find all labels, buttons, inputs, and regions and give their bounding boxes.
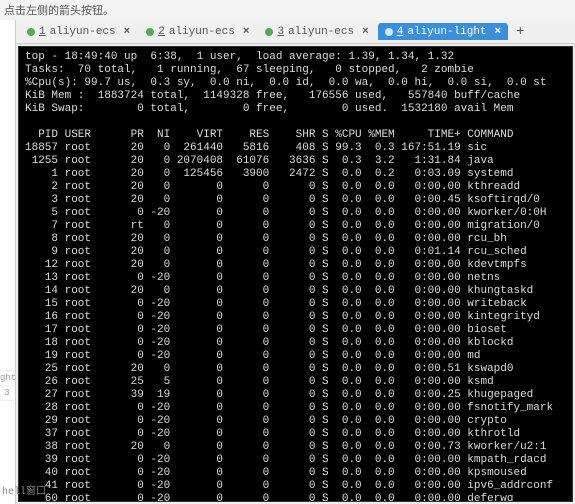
close-icon[interactable]: × [362,26,369,38]
tab-1[interactable]: 1 aliyun-ecs × [20,23,137,40]
status-dot-icon [265,28,273,36]
top-hint: 点击左侧的箭头按钮。 [0,0,575,20]
tab-label: aliyun-ecs [169,26,235,38]
left-gutter-labels: ght 3 [0,370,14,405]
tabs-bar: 1 aliyun-ecs × 2 aliyun-ecs × 3 aliyun-e… [16,20,575,44]
close-icon[interactable]: × [124,26,131,38]
terminal-output[interactable]: top - 18:49:40 up 6:38, 1 user, load ave… [18,46,573,502]
close-icon[interactable]: × [495,26,502,38]
tab-3[interactable]: 3 aliyun-ecs × [258,23,375,40]
tab-label: aliyun-light [407,26,486,38]
tab-label: aliyun-ecs [50,26,116,38]
left-sidebar [0,20,16,504]
tab-label: aliyun-ecs [288,26,354,38]
bottom-label: hell窗口 [2,482,46,498]
tab-num: 4 [397,26,404,38]
tab-2[interactable]: 2 aliyun-ecs × [139,23,256,40]
status-dot-icon [385,28,393,36]
close-icon[interactable]: × [243,26,250,38]
tab-num: 3 [277,26,284,38]
status-dot-icon [27,28,35,36]
status-dot-icon [146,28,154,36]
add-tab-button[interactable]: + [510,24,530,40]
tab-num: 2 [158,26,165,38]
tab-num: 1 [39,26,46,38]
tab-4-active[interactable]: 4 aliyun-light × [378,23,508,40]
